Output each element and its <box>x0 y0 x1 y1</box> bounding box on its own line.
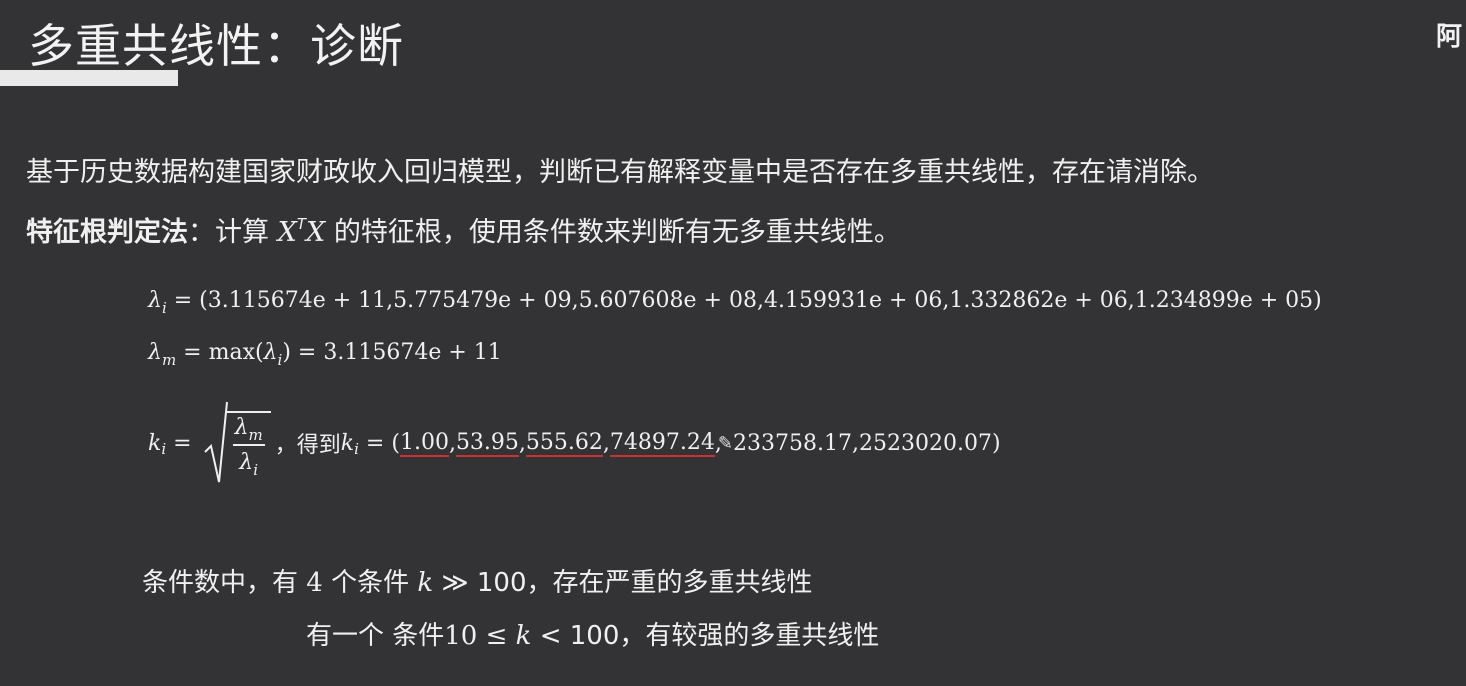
title-underline-bar <box>0 70 178 86</box>
conclusion2-k: k <box>515 621 532 651</box>
lambda-i-subscript: i <box>277 351 283 369</box>
conclusion-line-2: 有一个 条件10 ≤ k < 100，有较强的多重共线性 <box>306 615 879 652</box>
lambda-m-subscript: m <box>161 351 177 369</box>
values-prefix: = ( <box>358 430 400 456</box>
eigenvalues-equation: λi = (3.115674e + 11,5.775479e + 09,5.60… <box>148 288 1322 317</box>
method-text-pre: ：计算 <box>188 217 278 248</box>
lambda-symbol: λ <box>148 288 162 313</box>
sqrt-fraction: λm λi <box>203 400 271 486</box>
pen-cursor-icon: ✎ <box>717 432 733 454</box>
matrix-x-tail: X <box>306 217 326 248</box>
lambda-m-symbol: λ <box>148 340 162 365</box>
conclusion2-text-c: < 100，有较强的多重共线性 <box>531 621 880 651</box>
k-result-symbol: k <box>340 430 355 456</box>
k-symbol: k <box>148 430 162 456</box>
corner-label: 阿 <box>1435 22 1462 52</box>
values-suffix: ) <box>991 430 1001 456</box>
conclusion1-text-b: 个条件 <box>322 568 418 598</box>
method-line: 特征根判定法：计算 XTX 的特征根，使用条件数来判断有无多重共线性。 <box>26 210 901 249</box>
matrix-x: X <box>277 217 297 248</box>
slide-title: 多重共线性：诊断 <box>28 19 404 73</box>
k-result-subscript: i <box>354 440 359 458</box>
condition-value-2: 53.95 <box>455 429 519 457</box>
problem-statement: 基于历史数据构建国家财政收入回归模型，判断已有解释变量中是否存在多重共线性，存在… <box>26 157 1214 188</box>
max-eigenvalue-result: ) = 3.115674e + 11 <box>282 340 502 365</box>
result-text: ，得到 <box>274 433 341 458</box>
conclusion1-text-a: 条件数中，有 <box>142 568 307 598</box>
condition-value-3: 555.62 <box>525 429 603 457</box>
numerator-lambda: λ <box>234 415 249 440</box>
conclusion2-range: 10 ≤ <box>444 621 516 651</box>
lambda-i-symbol: λ <box>263 340 278 365</box>
k-subscript: i <box>161 440 167 458</box>
sqrt-icon <box>203 401 228 483</box>
matrix-transpose: T <box>296 215 306 233</box>
denominator-subscript: i <box>253 461 259 479</box>
denominator-lambda: λ <box>239 450 254 475</box>
conclusion-line-1: 条件数中，有 4 个条件 k ≫ 100，存在严重的多重共线性 <box>142 562 812 599</box>
method-text-post: 的特征根，使用条件数来判断有无多重共线性。 <box>325 217 901 248</box>
method-label: 特征根判定法 <box>26 217 188 248</box>
condition-number-equation: ki = λm λi ，得到 ki = (1.00, 53.95, 555.62, 7… <box>148 398 1001 488</box>
max-function: = max( <box>176 340 264 365</box>
max-eigenvalue-equation: λm = max(λi) = 3.115674e + 11 <box>148 340 502 369</box>
equals-sign: = <box>166 430 199 456</box>
lambda-subscript: i <box>161 299 167 317</box>
conclusion1-k: k <box>417 568 434 598</box>
conclusion1-text-c: ≫ 100，存在严重的多重共线性 <box>433 568 813 598</box>
condition-value-6: 2523020.07 <box>858 430 992 456</box>
eigenvalues-values: = (3.115674e + 11,5.775479e + 09,5.60760… <box>166 288 1322 313</box>
condition-value-1: 1.00 <box>399 429 449 457</box>
conclusion1-count: 4 <box>306 568 323 598</box>
conclusion2-text-a: 有一个 条件 <box>306 621 445 651</box>
condition-value-4: 74897.24 <box>609 429 715 457</box>
condition-value-5: 233758.17 <box>732 430 852 456</box>
numerator-subscript: m <box>248 426 263 444</box>
